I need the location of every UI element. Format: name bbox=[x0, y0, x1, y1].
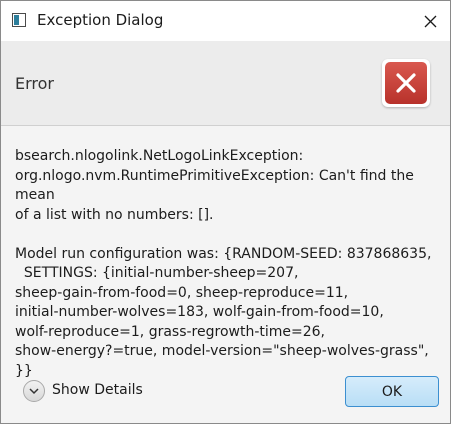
chevron-down-icon bbox=[23, 380, 45, 402]
exception-dialog: Exception Dialog Error bsearch.nlogolink… bbox=[0, 0, 451, 424]
app-window-icon bbox=[12, 13, 26, 27]
error-icon bbox=[382, 59, 430, 107]
config-line: sheep-gain-from-food=0, sheep-reproduce=… bbox=[15, 284, 349, 301]
title-bar: Exception Dialog bbox=[1, 1, 450, 41]
config-line: initial-number-wolves=183, wolf-gain-fro… bbox=[15, 304, 384, 320]
error-message: bsearch.nlogolink.NetLogoLinkException: … bbox=[15, 147, 439, 381]
config-line: wolf-reproduce=1, grass-regrowth-time=26… bbox=[15, 323, 326, 340]
header-title: Error bbox=[15, 74, 54, 93]
close-button[interactable] bbox=[411, 3, 449, 39]
dialog-header: Error bbox=[1, 41, 450, 126]
config-line: Model run configuration was: {RANDOM-SEE… bbox=[15, 245, 432, 262]
config-line: SETTINGS: {initial-number-sheep=207, bbox=[15, 265, 299, 281]
window-title: Exception Dialog bbox=[37, 11, 164, 29]
exception-line: of a list with no numbers: []. bbox=[15, 206, 214, 223]
close-icon bbox=[424, 15, 437, 28]
exception-line: org.nlogo.nvm.RuntimePrimitiveException:… bbox=[15, 167, 414, 204]
exception-line: bsearch.nlogolink.NetLogoLinkException: bbox=[15, 148, 304, 164]
show-details-label: Show Details bbox=[52, 382, 143, 398]
ok-button[interactable]: OK bbox=[345, 376, 439, 407]
